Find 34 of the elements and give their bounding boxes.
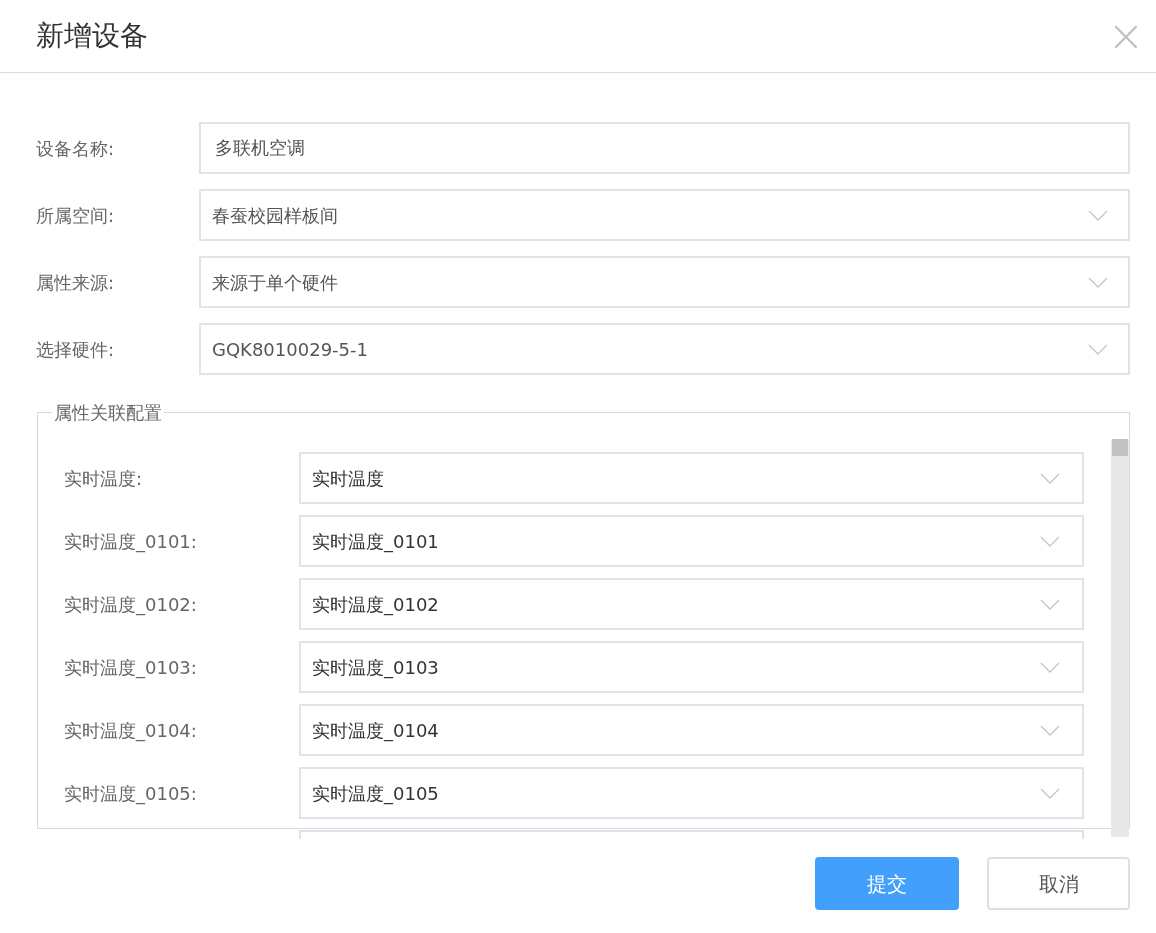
attribute-label: 实时温度_0105: xyxy=(64,781,198,807)
chevron-down-icon xyxy=(1040,598,1060,610)
attribute-label: 实时温度: xyxy=(64,466,144,491)
attribute-label: 实时温度_0104: xyxy=(64,718,198,744)
select-field[interactable]: 实时温度_0105 xyxy=(299,767,1084,819)
scrollbar[interactable] xyxy=(1111,439,1129,837)
attribute-label: 实时温度_0101: xyxy=(64,529,198,555)
chevron-down-icon xyxy=(1040,535,1060,547)
select-field[interactable]: 实时温度_0103 xyxy=(299,641,1084,693)
select-field[interactable]: 实时温度_0101 xyxy=(299,515,1084,567)
field-label: 属性来源: xyxy=(36,270,116,295)
cancel-button[interactable]: 取消 xyxy=(987,857,1130,910)
field-label: 选择硬件: xyxy=(36,337,116,362)
select-field[interactable]: 实时温度_0102 xyxy=(299,578,1084,630)
group-title: 属性关联配置 xyxy=(53,401,163,425)
chevron-down-icon xyxy=(1088,209,1108,221)
chevron-down-icon xyxy=(1040,472,1060,484)
chevron-down-icon xyxy=(1088,276,1108,288)
chevron-down-icon xyxy=(1040,724,1060,736)
select-field[interactable]: 实时温度_0104 xyxy=(299,704,1084,756)
scrollbar-thumb[interactable] xyxy=(1112,439,1128,456)
field-label: 设备名称: xyxy=(36,136,116,161)
chevron-down-icon xyxy=(1040,787,1060,799)
attribute-label: 实时温度_0103: xyxy=(64,655,198,681)
attribute-label: 实时温度_0102: xyxy=(64,592,198,618)
dialog-title: 新增设备 xyxy=(36,18,148,54)
select-field[interactable]: 实时温度 xyxy=(299,452,1084,504)
chevron-down-icon xyxy=(1088,343,1108,355)
text-field[interactable]: 多联机空调 xyxy=(199,122,1130,174)
chevron-down-icon xyxy=(1040,661,1060,673)
select-field[interactable]: 春蚕校园样板间 xyxy=(199,189,1130,241)
field-label: 所属空间: xyxy=(36,203,116,228)
select-field[interactable]: 来源于单个硬件 xyxy=(199,256,1130,308)
select-field[interactable]: GQK8010029-5-1 xyxy=(199,323,1130,375)
